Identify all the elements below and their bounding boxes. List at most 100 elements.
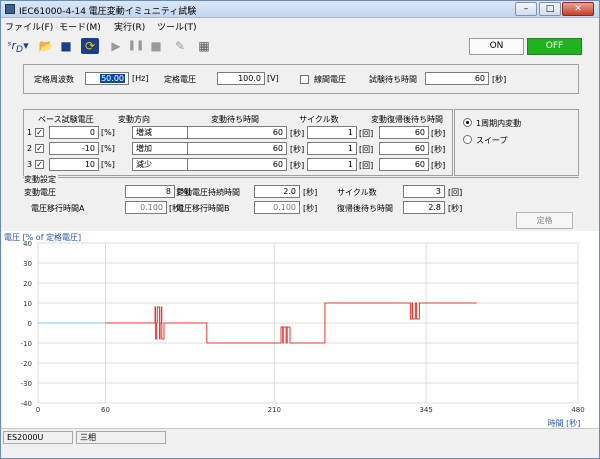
cycles-unit: [回] <box>359 145 374 154</box>
cycle-count-unit: [回] <box>448 188 463 197</box>
recover-wait-unit: [秒] <box>431 145 446 154</box>
x-tick-label: 60 <box>101 406 110 414</box>
base-voltage-unit: [%] <box>101 128 115 137</box>
row-enable-checkbox[interactable]: ✓ <box>35 144 44 153</box>
row-index: 1 <box>27 128 33 137</box>
wait-time-field[interactable]: 60 <box>187 126 287 139</box>
hold-time-field[interactable]: 2.0 <box>254 185 300 198</box>
mode-sweep-radio[interactable] <box>463 135 472 144</box>
menu-file[interactable]: ファイル(F) <box>5 20 53 33</box>
row-enable-checkbox[interactable]: ✓ <box>35 160 44 169</box>
application-window: IEC61000-4-14 電圧変動イミュニティ試験 – □ ✕ ファイル(F)… <box>0 0 600 459</box>
menu-run[interactable]: 実行(R) <box>114 20 145 33</box>
base-voltage-unit: [%] <box>101 160 115 169</box>
off-button[interactable]: OFF <box>527 38 582 55</box>
on-button[interactable]: ON <box>469 38 524 55</box>
stop-icon[interactable]: ■ <box>147 38 165 54</box>
recover-wait-unit: [秒] <box>431 161 446 170</box>
menu-tools[interactable]: ツール(T) <box>157 20 197 33</box>
close-button[interactable]: ✕ <box>562 2 594 16</box>
calculator-icon[interactable]: ▦ <box>195 38 213 54</box>
cycles-field[interactable]: 1 <box>307 142 357 155</box>
status-model: ES2000U <box>3 431 73 444</box>
cycles-unit: [回] <box>359 161 374 170</box>
maximize-button[interactable]: □ <box>539 2 561 16</box>
y-axis-label: 電圧 [% of 定格電圧] <box>4 232 81 242</box>
voltage-chart: 電圧 [% of 定格電圧] 時間 [秒] 40 30 20 10 0 -10 -20 -30… <box>2 231 599 428</box>
mode-panel: 1周期内変動 スイープ <box>454 109 579 176</box>
menu-mode[interactable]: モード(M) <box>59 20 101 33</box>
mode-select-icon[interactable]: ˢrD▾ <box>5 38 31 55</box>
edit-icon[interactable]: ✎ <box>171 38 189 54</box>
status-bar: ES2000U 三相 <box>1 428 599 446</box>
header-base-voltage: ベース試験電圧 <box>38 115 94 124</box>
x-tick-label: 0 <box>36 406 40 414</box>
row-index: 3 <box>27 160 33 169</box>
recover-wait-field[interactable]: 60 <box>379 126 429 139</box>
base-voltage-field[interactable]: -10 <box>49 142 99 155</box>
wait-time-field[interactable]: 60 <box>187 142 287 155</box>
recover-wait-field[interactable]: 60 <box>379 158 429 171</box>
window-title: IEC61000-4-14 電圧変動イミュニティ試験 <box>19 7 197 17</box>
play-icon[interactable]: ▶ <box>107 38 125 54</box>
y-tick-label: 30 <box>23 260 32 268</box>
line-voltage-checkbox[interactable] <box>300 75 309 84</box>
chart-svg: 電圧 [% of 定格電圧] 時間 [秒] 40 30 20 10 0 -10 -20 -30… <box>4 232 585 428</box>
rated-voltage-field[interactable]: 100.0 <box>217 72 265 85</box>
fluct-voltage-field[interactable]: 8 <box>125 185 175 198</box>
base-voltage-unit: [%] <box>101 144 115 153</box>
title-bar[interactable]: IEC61000-4-14 電圧変動イミュニティ試験 – □ ✕ <box>1 1 599 18</box>
test-wait-field[interactable]: 60 <box>425 72 489 85</box>
mode-one-cycle-label: 1周期内変動 <box>476 119 522 128</box>
rated-frequency-unit: [Hz] <box>132 74 149 83</box>
wait-time-unit: [秒] <box>290 145 305 154</box>
y-tick-labels: 40 30 20 10 0 -10 -20 -30 -40 <box>21 240 32 408</box>
mode-one-cycle-radio[interactable] <box>463 118 472 127</box>
x-tick-labels: 0 60 210 345 480 <box>36 406 585 414</box>
recover-wait-unit: [秒] <box>431 129 446 138</box>
test-wait-unit: [秒] <box>492 75 507 84</box>
y-tick-label: -30 <box>21 380 32 388</box>
header-cycles: サイクル数 <box>299 115 339 124</box>
rated-frequency-field[interactable]: 50.00 <box>85 72 129 85</box>
hold-time-unit: [秒] <box>303 188 318 197</box>
cycle-count-field[interactable]: 3 <box>403 185 445 198</box>
y-tick-label: 0 <box>28 320 32 328</box>
cycles-field[interactable]: 1 <box>307 126 357 139</box>
save-icon[interactable]: ■ <box>57 38 75 54</box>
line-voltage-label: 線間電圧 <box>314 75 346 84</box>
rated-frequency-label: 定格周波数 <box>34 75 74 84</box>
recover-time-field[interactable]: 2.8 <box>403 201 445 214</box>
rated-button[interactable]: 定格 <box>516 212 573 229</box>
open-folder-icon[interactable]: 📂 <box>37 38 55 54</box>
rated-settings-panel: 定格周波数 50.00 [Hz] 定格電圧 100.0 [V] 線間電圧 試験待… <box>23 64 579 94</box>
test-wait-label: 試験待ち時間 <box>369 75 417 84</box>
header-recover-wait: 変動復帰後待ち時間 <box>371 115 443 124</box>
base-voltage-field[interactable]: 10 <box>49 158 99 171</box>
transition-b-field[interactable]: 0.100 <box>254 201 300 214</box>
pause-icon[interactable]: ❚❚ <box>127 38 145 54</box>
fluct-voltage-label: 変動電圧 <box>24 188 56 197</box>
cycles-field[interactable]: 1 <box>307 158 357 171</box>
recover-wait-field[interactable]: 60 <box>379 142 429 155</box>
wait-time-unit: [秒] <box>290 129 305 138</box>
x-axis-label: 時間 [秒] <box>548 418 581 428</box>
transition-a-field[interactable]: 0.100 <box>125 201 167 214</box>
transition-b-unit: [秒] <box>303 204 318 213</box>
y-tick-label: -20 <box>21 360 32 368</box>
y-tick-label: -40 <box>21 400 32 408</box>
wait-time-field[interactable]: 60 <box>187 158 287 171</box>
variation-settings-title: 変動設定 <box>24 174 58 185</box>
x-tick-label: 210 <box>268 406 281 414</box>
transition-a-label: 電圧移行時間A <box>31 204 85 213</box>
header-wait-time: 変動待ち時間 <box>211 115 259 124</box>
recover-time-unit: [秒] <box>448 204 463 213</box>
status-phase: 三相 <box>76 431 166 444</box>
wait-time-unit: [秒] <box>290 161 305 170</box>
row-enable-checkbox[interactable]: ✓ <box>35 128 44 137</box>
menu-bar: ファイル(F) モード(M) 実行(R) ツール(T) <box>1 18 599 33</box>
minimize-button[interactable]: – <box>515 2 537 16</box>
y-tick-label: 40 <box>23 240 32 248</box>
refresh-icon[interactable]: ⟳ <box>81 38 99 54</box>
base-voltage-field[interactable]: 0 <box>49 126 99 139</box>
